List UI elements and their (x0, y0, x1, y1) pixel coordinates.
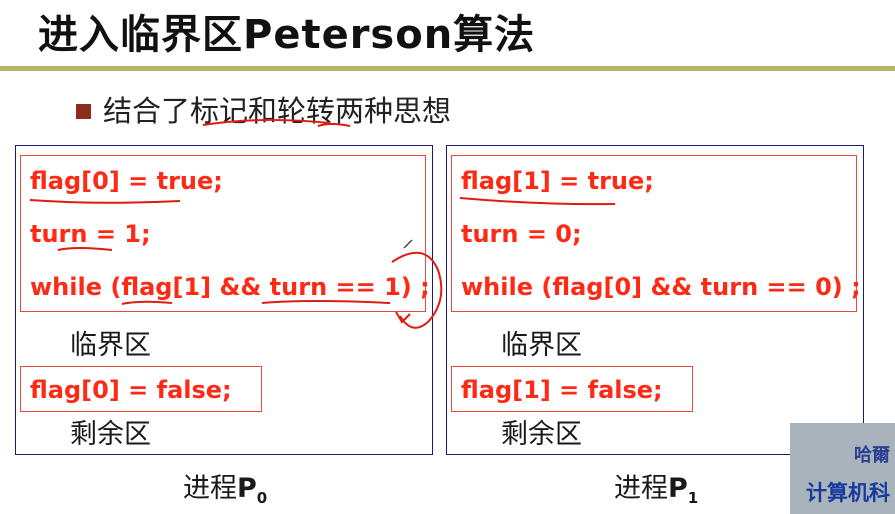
p0-remainder-section: 剩余区 (70, 419, 151, 450)
p0-code-line-2: turn = 1; (30, 220, 151, 248)
p1-code-line-2: turn = 0; (461, 220, 582, 248)
watermark-image: 哈爾 计算机科 (790, 423, 895, 514)
p0-exit-code: flag[0] = false; (30, 376, 232, 404)
slide-title: 进入临界区Peterson算法 (38, 12, 536, 58)
p1-label-prefix: 进程 (614, 473, 668, 504)
watermark-text-2: 计算机科 (806, 481, 890, 505)
p0-label-prefix: 进程 (183, 473, 237, 504)
bullet-square-icon (76, 104, 91, 119)
p1-code-line-3: while (flag[0] && turn == 0) ; (461, 273, 861, 301)
p1-remainder-section: 剩余区 (501, 419, 582, 450)
watermark-text-1: 哈爾 (854, 445, 890, 466)
p0-label-p: P (237, 473, 257, 504)
p1-code-line-1: flag[1] = true; (461, 167, 654, 195)
p0-label-sub: 0 (256, 489, 268, 507)
p1-label-sub: 1 (687, 489, 699, 507)
p0-code-line-3: while (flag[1] && turn == 1) ; (30, 273, 430, 301)
bullet-text: 结合了标记和轮转两种思想 (103, 94, 452, 128)
process-p0-label: 进程P0 (183, 466, 267, 507)
p0-critical-section: 临界区 (70, 330, 151, 361)
p1-exit-code: flag[1] = false; (461, 376, 663, 404)
p0-code-line-1: flag[0] = true; (30, 167, 223, 195)
title-rule (0, 66, 895, 71)
p1-label-p: P (668, 473, 688, 504)
p1-critical-section: 临界区 (501, 330, 582, 361)
process-p1-label: 进程P1 (614, 466, 698, 507)
bullet-line: 结合了标记和轮转两种思想 (76, 88, 451, 130)
